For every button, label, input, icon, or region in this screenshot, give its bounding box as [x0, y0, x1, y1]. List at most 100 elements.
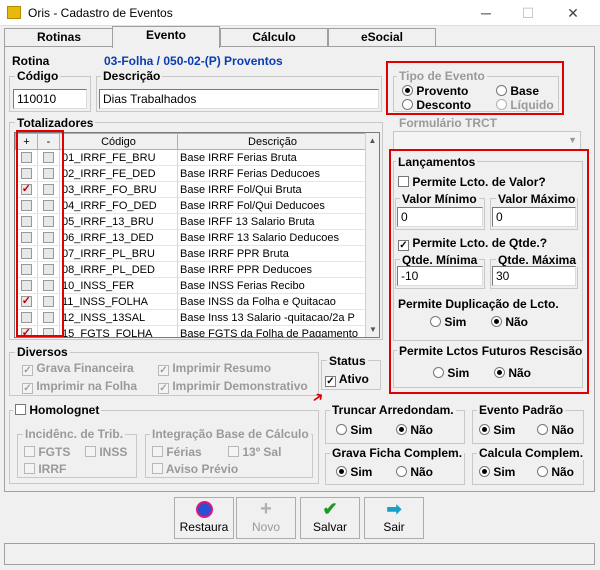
- evento-padrao-nao[interactable]: Não: [537, 423, 574, 437]
- codigo-cell[interactable]: 03_IRRF_FO_BRU: [59, 181, 178, 198]
- inss-checkbox[interactable]: INSS: [85, 445, 127, 459]
- descricao-cell[interactable]: Base IRRF Ferias Deducoes: [177, 165, 368, 182]
- grava-ficha-nao[interactable]: Não: [396, 465, 433, 479]
- codigo-cell[interactable]: 12_INSS_13SAL: [59, 309, 178, 326]
- homolognet-checkbox[interactable]: Homolognet: [13, 403, 102, 417]
- table-row[interactable]: 08_IRRF_PL_DED Base IRRF PPR Deducoes: [15, 261, 368, 278]
- tab-rotinas[interactable]: Rotinas: [4, 28, 114, 47]
- tab-esocial[interactable]: eSocial: [328, 28, 436, 47]
- codigo-cell[interactable]: 11_INSS_FOLHA: [59, 293, 178, 310]
- restaura-button[interactable]: Restaura: [174, 497, 234, 539]
- codigo-input[interactable]: 110010: [13, 89, 87, 109]
- permite-valor-checkbox[interactable]: Permite Lcto. de Valor?: [398, 175, 546, 189]
- futuros-label: Permite Lctos Futuros Rescisão: [397, 344, 585, 358]
- radio-base[interactable]: Base: [496, 84, 539, 98]
- window-title: Oris - Cadastro de Eventos: [28, 6, 173, 20]
- descricao-input[interactable]: Dias Trabalhados: [99, 89, 379, 109]
- calcula-complem-sim[interactable]: Sim: [479, 465, 515, 479]
- codigo-cell[interactable]: 05_IRRF_13_BRU: [59, 213, 178, 230]
- descricao-cell[interactable]: Base IRRF PPR Deducoes: [177, 261, 368, 278]
- grava-ficha-sim-icon: [336, 466, 347, 477]
- futuros-sim[interactable]: Sim: [433, 366, 469, 380]
- table-row[interactable]: 10_INSS_FER Base INSS Ferias Recibo: [15, 277, 368, 294]
- close-icon[interactable]: ✕: [562, 3, 584, 23]
- fgts-checkbox[interactable]: FGTS: [24, 445, 70, 459]
- evento-padrao-sim[interactable]: Sim: [479, 423, 515, 437]
- descricao-cell[interactable]: Base Inss 13 Salario -quitacao/2a P: [177, 309, 368, 326]
- grid-scrollbar[interactable]: ▲ ▼: [365, 133, 379, 337]
- sal13-checkbox[interactable]: 13º Sal: [228, 445, 281, 459]
- table-row[interactable]: 02_IRRF_FE_DED Base IRRF Ferias Deducoes: [15, 165, 368, 182]
- descricao-cell[interactable]: Base INSS Ferias Recibo: [177, 277, 368, 294]
- radio-provento[interactable]: Provento: [402, 84, 468, 98]
- salvar-button[interactable]: ✔ Salvar: [300, 497, 360, 539]
- ferias-checkbox[interactable]: Férias: [152, 445, 202, 459]
- truncar-nao-icon: [396, 424, 407, 435]
- formulario-select[interactable]: ▼: [393, 131, 581, 151]
- scroll-up-icon[interactable]: ▲: [366, 136, 379, 145]
- truncar-nao[interactable]: Não: [396, 423, 433, 437]
- sair-button[interactable]: ➡ Sair: [364, 497, 424, 539]
- descricao-cell[interactable]: Base FGTS da Folha de Pagamento: [177, 325, 368, 337]
- imprimir-demonstrativo-checkbox[interactable]: ✓ Imprimir Demonstrativo: [158, 379, 308, 394]
- codigo-cell[interactable]: 01_IRRF_FE_BRU: [59, 149, 178, 166]
- codigo-cell[interactable]: 15_FGTS_FOLHA: [59, 325, 178, 337]
- descricao-cell[interactable]: Base IRRF Fol/Qui Bruta: [177, 181, 368, 198]
- table-row[interactable]: 01_IRRF_FE_BRU Base IRRF Ferias Bruta: [15, 149, 368, 166]
- ativo-checkbox[interactable]: ✓ Ativo: [325, 372, 369, 387]
- codigo-cell[interactable]: 08_IRRF_PL_DED: [59, 261, 178, 278]
- descricao-cell[interactable]: Base IRRF PPR Bruta: [177, 245, 368, 262]
- valor-maximo-label: Valor Máximo: [496, 192, 578, 206]
- table-row[interactable]: 15_FGTS_FOLHABase FGTS da Folha de Pagam…: [15, 325, 368, 337]
- novo-button[interactable]: + Novo: [236, 497, 296, 539]
- table-row[interactable]: 07_IRRF_PL_BRU Base IRRF PPR Bruta: [15, 245, 368, 262]
- truncar-label: Truncar Arredondam.: [330, 403, 456, 417]
- imprimir-folha-checkbox[interactable]: ✓ Imprimir na Folha: [22, 379, 137, 394]
- table-row[interactable]: 06_IRRF_13_DED Base IRRF 13 Salario Deduc…: [15, 229, 368, 246]
- table-row[interactable]: 11_INSS_FOLHABase INSS da Folha e Quitac…: [15, 293, 368, 310]
- minimize-icon[interactable]: ─: [475, 3, 497, 23]
- novo-label: Novo: [251, 520, 280, 534]
- qtde-minima-input[interactable]: -10: [397, 266, 483, 286]
- descricao-cell[interactable]: Base INSS da Folha e Quitacao: [177, 293, 368, 310]
- col-codigo[interactable]: Código: [59, 133, 178, 150]
- codigo-cell[interactable]: 07_IRRF_PL_BRU: [59, 245, 178, 262]
- table-row[interactable]: 03_IRRF_FO_BRUBase IRRF Fol/Qui Bruta: [15, 181, 368, 198]
- imprimir-resumo-checkbox[interactable]: ✓ Imprimir Resumo: [158, 361, 271, 376]
- duplicacao-label: Permite Duplicação de Lcto.: [398, 297, 559, 311]
- permite-qtde-checkbox[interactable]: ✓ Permite Lcto. de Qtde.?: [398, 236, 547, 251]
- codigo-cell[interactable]: 04_IRRF_FO_DED: [59, 197, 178, 214]
- scroll-down-icon[interactable]: ▼: [366, 325, 379, 334]
- checkmark-icon: ✔: [322, 499, 338, 519]
- calcula-complem-nao[interactable]: Não: [537, 465, 574, 479]
- tab-calculo[interactable]: Cálculo: [220, 28, 328, 47]
- grava-ficha-sim[interactable]: Sim: [336, 465, 372, 479]
- codigo-cell[interactable]: 10_INSS_FER: [59, 277, 178, 294]
- futuros-nao[interactable]: Não: [494, 366, 531, 380]
- valor-maximo-input[interactable]: 0: [492, 207, 576, 227]
- descricao-cell[interactable]: Base IRRF 13 Salario Deducoes: [177, 229, 368, 246]
- table-row[interactable]: 12_INSS_13SAL Base Inss 13 Salario -quita…: [15, 309, 368, 326]
- codigo-cell[interactable]: 06_IRRF_13_DED: [59, 229, 178, 246]
- duplicacao-nao[interactable]: Não: [491, 315, 528, 329]
- radio-desconto[interactable]: Desconto: [402, 98, 471, 112]
- descricao-cell[interactable]: Base IRFF 13 Salario Bruta: [177, 213, 368, 230]
- tab-evento[interactable]: Evento: [112, 26, 220, 48]
- aviso-checkbox[interactable]: Aviso Prévio: [152, 462, 238, 476]
- grava-financeira-checkbox[interactable]: ✓ Grava Financeira: [22, 361, 134, 376]
- qtde-maxima-input[interactable]: 30: [492, 266, 576, 286]
- radio-liquido[interactable]: Líquido: [496, 98, 554, 112]
- table-row[interactable]: 05_IRRF_13_BRU Base IRFF 13 Salario Bruta: [15, 213, 368, 230]
- codigo-cell[interactable]: 02_IRRF_FE_DED: [59, 165, 178, 182]
- truncar-sim[interactable]: Sim: [336, 423, 372, 437]
- qtde-minima-label: Qtde. Mínima: [400, 253, 480, 267]
- maximize-icon[interactable]: ☐: [517, 3, 539, 23]
- table-row[interactable]: 04_IRRF_FO_DED Base IRRF Fol/Qui Deducoes: [15, 197, 368, 214]
- descricao-cell[interactable]: Base IRRF Fol/Qui Deducoes: [177, 197, 368, 214]
- col-descricao[interactable]: Descrição: [177, 133, 368, 150]
- homolognet-check-icon: [15, 404, 26, 415]
- duplicacao-sim[interactable]: Sim: [430, 315, 466, 329]
- valor-minimo-input[interactable]: 0: [397, 207, 483, 227]
- irrf-checkbox[interactable]: IRRF: [24, 462, 66, 476]
- descricao-cell[interactable]: Base IRRF Ferias Bruta: [177, 149, 368, 166]
